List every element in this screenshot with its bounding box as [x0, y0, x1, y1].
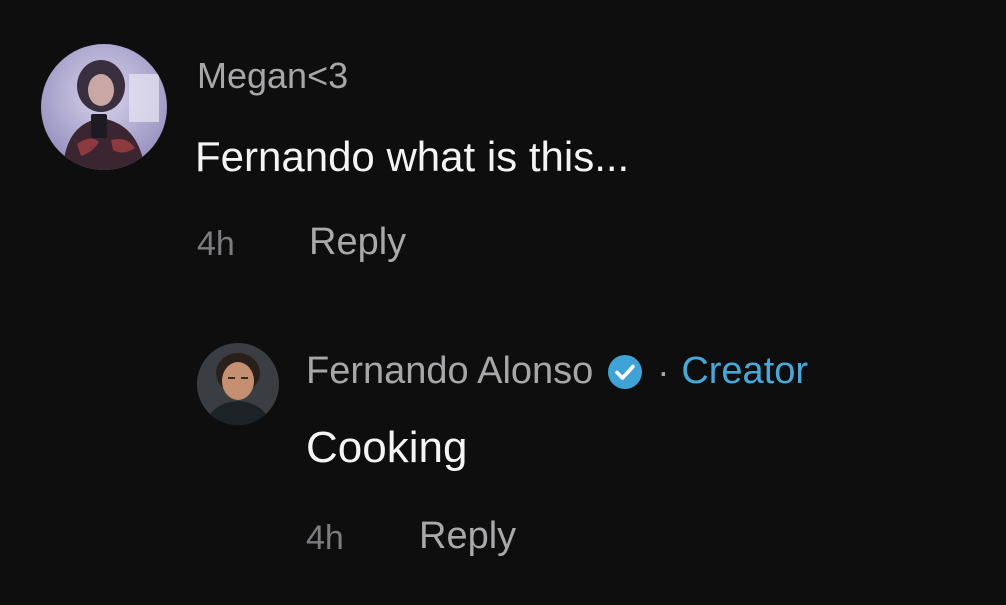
separator-dot: · [657, 350, 670, 392]
comment-text: Cooking [306, 423, 468, 472]
comment-timestamp: 4h [306, 519, 344, 557]
avatar-photo-icon [197, 343, 279, 425]
comment-fernando: Fernando Alonso · Creator Cooking 4h Rep… [0, 300, 1006, 605]
verified-badge-icon [607, 354, 643, 390]
comment-header: Fernando Alonso · Creator [306, 350, 808, 393]
comment-timestamp: 4h [197, 225, 235, 263]
avatar-photo-icon [41, 44, 167, 170]
creator-label: Creator [681, 350, 809, 392]
comment-text: Fernando what is this... [195, 133, 630, 180]
fernando-avatar[interactable] [197, 343, 279, 425]
comment-username[interactable]: Megan<3 [197, 55, 348, 97]
reply-button[interactable]: Reply [309, 221, 406, 264]
comment-megan: Megan<3 Fernando what is this... 4h Repl… [0, 0, 1006, 300]
reply-button[interactable]: Reply [419, 515, 516, 558]
comment-username[interactable]: Fernando Alonso [306, 350, 593, 393]
megan-avatar[interactable] [41, 44, 167, 170]
